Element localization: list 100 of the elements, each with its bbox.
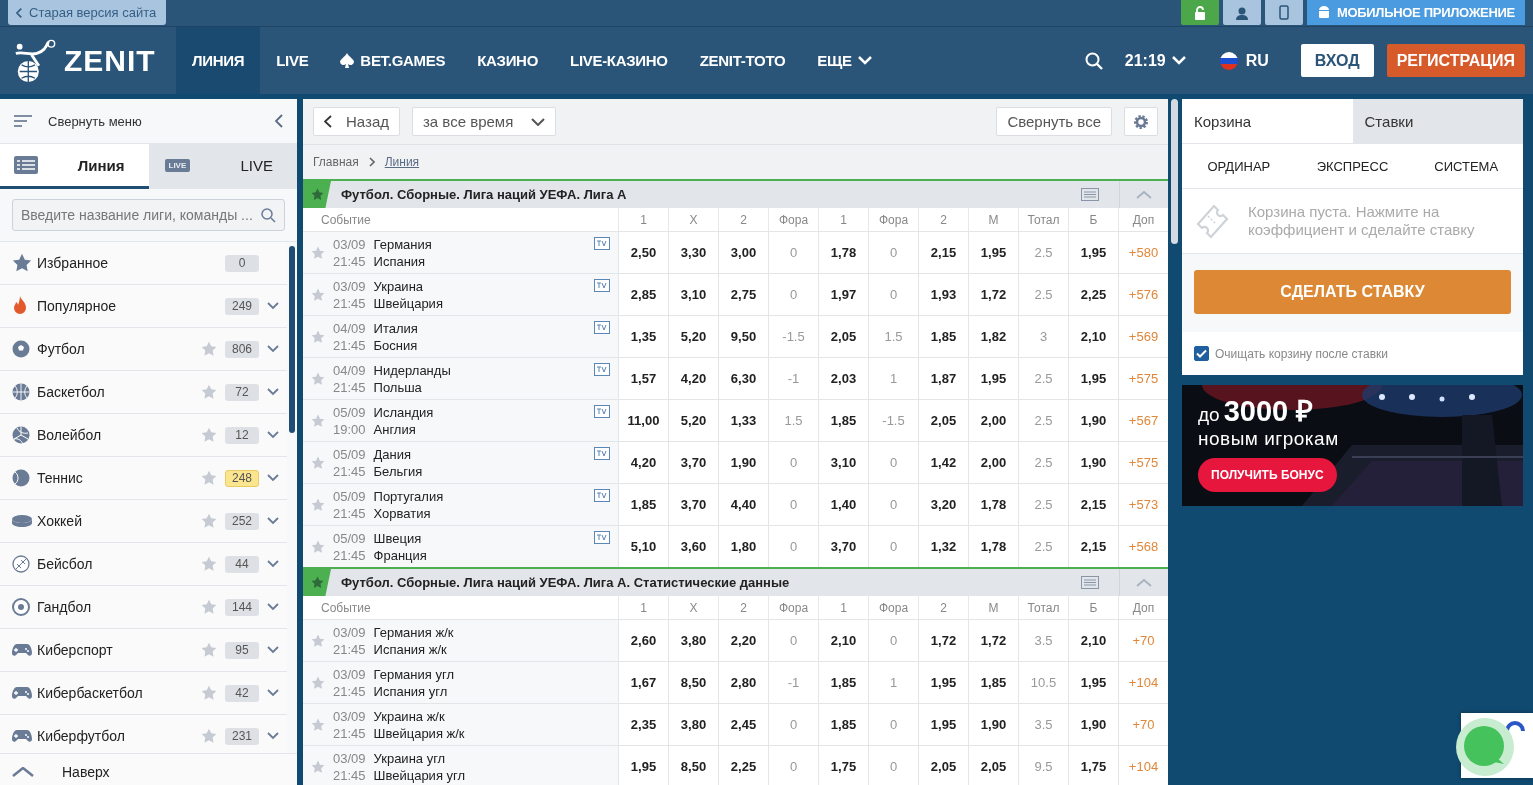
odds-cell[interactable]: 3,80 bbox=[668, 704, 718, 745]
odds-cell[interactable]: 2,05 bbox=[918, 746, 968, 785]
odds-cell[interactable]: 1,90 bbox=[1068, 400, 1118, 441]
odds-cell[interactable]: 1,78 bbox=[968, 484, 1018, 525]
star-icon[interactable] bbox=[311, 245, 325, 260]
event-row[interactable]: 05/09 21:45 Португалия Хорватия 1,85 3,70 4,40 0 1,40 0 3,20 1,78 2.5 2,15 +573 bbox=[303, 483, 1168, 525]
team-name[interactable]: Германия bbox=[373, 236, 586, 252]
nav-tab[interactable]: ZENIT-TOTO bbox=[683, 27, 802, 94]
odds-cell[interactable]: 2,10 bbox=[1068, 620, 1118, 661]
favorite-toggle[interactable] bbox=[303, 181, 331, 208]
breadcrumb-link[interactable]: Линия bbox=[384, 155, 420, 169]
odds-cell[interactable]: 2,80 bbox=[718, 662, 768, 703]
odds-cell[interactable]: 1,90 bbox=[718, 442, 768, 483]
team-name[interactable]: Исландия bbox=[373, 404, 586, 420]
odds-cell[interactable]: 2,25 bbox=[1068, 274, 1118, 315]
login-button[interactable]: ВХОД bbox=[1300, 44, 1374, 77]
star-icon[interactable] bbox=[201, 556, 217, 572]
mobile-button[interactable] bbox=[1264, 0, 1303, 25]
team-name[interactable]: Украина угл bbox=[373, 750, 610, 766]
chevron-down-icon[interactable] bbox=[267, 517, 279, 525]
odds-cell[interactable]: 3,10 bbox=[668, 274, 718, 315]
odds-cell[interactable]: 1,97 bbox=[818, 274, 868, 315]
team-name[interactable]: Германия ж/к bbox=[373, 624, 610, 640]
odds-cell[interactable]: 1,90 bbox=[968, 704, 1018, 745]
odds-cell[interactable]: 8,50 bbox=[668, 746, 718, 785]
star-icon[interactable] bbox=[311, 329, 325, 344]
odds-cell[interactable]: 6,30 bbox=[718, 358, 768, 399]
collapse-all-button[interactable]: Свернуть все bbox=[996, 107, 1112, 136]
event-row[interactable]: 03/09 21:45 Украина угл Швейцария угл 1,95 8,50 2,25 0 1,75 0 2,05 2,05 9.5 1,75 +104 bbox=[303, 745, 1168, 785]
odds-cell[interactable]: 1,85 bbox=[968, 662, 1018, 703]
odds-cell[interactable]: 1,85 bbox=[818, 400, 868, 441]
odds-cell[interactable]: 1,85 bbox=[618, 484, 668, 525]
event-row[interactable]: 03/09 21:45 Украина ж/к Швейцария ж/к 2,35 3,80 2,45 0 1,85 0 1,95 1,90 3.5 1,90 +70 bbox=[303, 703, 1168, 745]
league-header[interactable]: Футбол. Сборные. Лига наций УЕФА. Лига А. Статистические данные bbox=[303, 567, 1168, 596]
odds-cell[interactable]: 1,90 bbox=[1068, 442, 1118, 483]
betslip-tab[interactable]: Ставки bbox=[1352, 99, 1523, 143]
odds-cell[interactable]: 4,40 bbox=[718, 484, 768, 525]
star-icon[interactable] bbox=[201, 599, 217, 615]
odds-cell[interactable]: 1,85 bbox=[818, 662, 868, 703]
event-row[interactable]: 05/09 21:45 Дания Бельгия 4,20 3,70 1,90 0 3,10 0 1,42 2,00 2.5 1,90 +575 bbox=[303, 441, 1168, 483]
odds-cell[interactable]: 5,20 bbox=[668, 316, 718, 357]
odds-cell[interactable]: 1,75 bbox=[818, 746, 868, 785]
star-icon[interactable] bbox=[311, 675, 325, 690]
team-name[interactable]: Дания bbox=[373, 446, 586, 462]
odds-cell[interactable]: 2,60 bbox=[618, 620, 668, 661]
odds-cell[interactable]: 1,78 bbox=[968, 526, 1018, 567]
odds-cell[interactable]: 3,20 bbox=[918, 484, 968, 525]
star-icon[interactable] bbox=[311, 633, 325, 648]
odds-cell[interactable]: 2,10 bbox=[818, 620, 868, 661]
tv-icon[interactable] bbox=[594, 321, 610, 334]
odds-cell[interactable]: 2,20 bbox=[718, 620, 768, 661]
breadcrumb-item[interactable]: Главная bbox=[313, 155, 359, 169]
old-site-button[interactable]: Старая версия сайта bbox=[8, 0, 167, 25]
nav-tab[interactable]: BET.GAMES bbox=[324, 27, 462, 94]
tv-icon[interactable] bbox=[594, 405, 610, 418]
scrollbar-thumb[interactable] bbox=[1171, 99, 1178, 244]
team-name[interactable]: Швейцария угл bbox=[373, 767, 610, 783]
sidebar-tab[interactable]: Линия bbox=[0, 144, 149, 189]
tv-icon[interactable] bbox=[594, 279, 610, 292]
odds-cell[interactable]: 2,75 bbox=[718, 274, 768, 315]
chevron-down-icon[interactable] bbox=[267, 646, 279, 654]
chevron-left-icon[interactable] bbox=[275, 114, 283, 128]
odds-cell[interactable]: 1,32 bbox=[918, 526, 968, 567]
odds-cell[interactable]: 2,25 bbox=[718, 746, 768, 785]
odds-cell[interactable]: 3,60 bbox=[668, 526, 718, 567]
odds-cell[interactable]: 1,67 bbox=[618, 662, 668, 703]
chevron-down-icon[interactable] bbox=[267, 732, 279, 740]
get-bonus-button[interactable]: ПОЛУЧИТЬ БОНУС bbox=[1198, 458, 1337, 492]
star-icon[interactable] bbox=[201, 341, 217, 357]
star-icon[interactable] bbox=[201, 642, 217, 658]
event-row[interactable]: 03/09 21:45 Германия Испания 2,50 3,30 3,00 0 1,78 0 2,15 1,95 2.5 1,95 +580 bbox=[303, 231, 1168, 273]
star-icon[interactable] bbox=[201, 513, 217, 529]
star-icon[interactable] bbox=[311, 539, 325, 554]
back-button[interactable]: Назад bbox=[313, 107, 400, 136]
odds-cell[interactable]: 1,95 bbox=[968, 232, 1018, 273]
list-icon[interactable] bbox=[1081, 576, 1099, 589]
odds-cell[interactable]: 2,50 bbox=[618, 232, 668, 273]
odds-cell[interactable]: 4,20 bbox=[668, 358, 718, 399]
team-name[interactable]: Германия угл bbox=[373, 666, 610, 682]
tv-icon[interactable] bbox=[594, 447, 610, 460]
league-header[interactable]: Футбол. Сборные. Лига наций УЕФА. Лига А bbox=[303, 179, 1168, 208]
odds-cell[interactable]: 1,95 bbox=[968, 358, 1018, 399]
event-row[interactable]: 04/09 21:45 Италия Босния 1,35 5,20 9,50 -1.5 2,05 1.5 1,85 1,82 3 2,10 +569 bbox=[303, 315, 1168, 357]
odds-cell[interactable]: 5,20 bbox=[668, 400, 718, 441]
odds-cell[interactable]: 1,72 bbox=[968, 620, 1018, 661]
nav-tab[interactable]: LIVE-КАЗИНО bbox=[554, 27, 684, 94]
odds-cell[interactable]: 2,00 bbox=[968, 442, 1018, 483]
odds-cell[interactable]: 1,95 bbox=[1068, 358, 1118, 399]
odds-cell[interactable]: 8,50 bbox=[668, 662, 718, 703]
odds-cell[interactable]: 1,78 bbox=[818, 232, 868, 273]
settings-button[interactable] bbox=[1124, 107, 1158, 136]
star-icon[interactable] bbox=[311, 287, 325, 302]
team-name[interactable]: Украина ж/к bbox=[373, 708, 610, 724]
team-name[interactable]: Швеция bbox=[373, 530, 586, 546]
odds-cell[interactable]: 2,03 bbox=[818, 358, 868, 399]
checkbox[interactable] bbox=[1194, 346, 1209, 361]
collapse-menu-button[interactable]: Свернуть меню bbox=[14, 113, 142, 129]
event-row[interactable]: 03/09 21:45 Германия ж/к Испания ж/к 2,60 3,80 2,20 0 2,10 0 1,72 1,72 3.5 2,10 +70 bbox=[303, 619, 1168, 661]
tv-icon[interactable] bbox=[594, 237, 610, 250]
odds-cell[interactable]: 1,42 bbox=[918, 442, 968, 483]
